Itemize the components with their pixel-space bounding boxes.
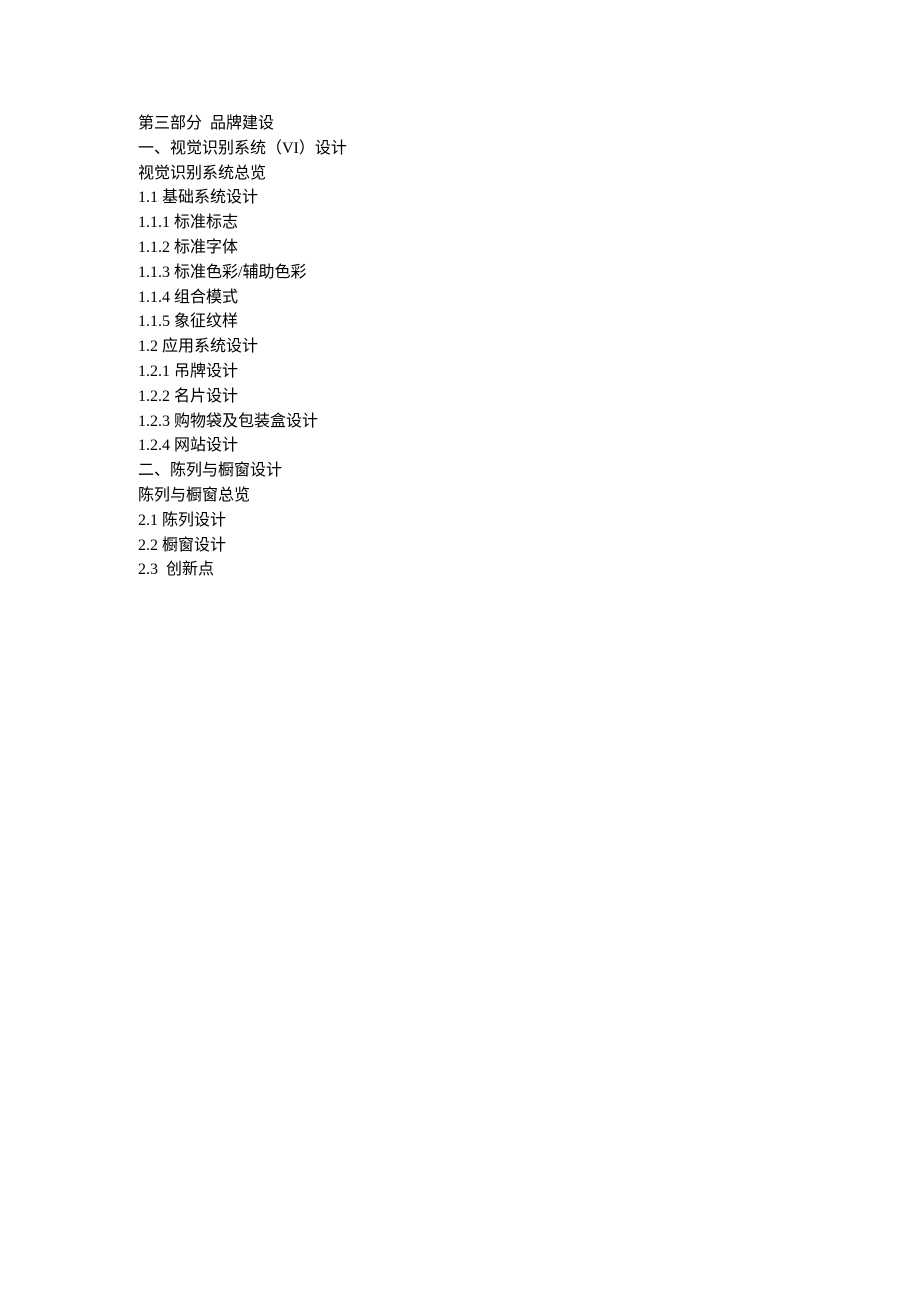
toc-line-3: 1.1 基础系统设计: [138, 186, 920, 211]
toc-line-14: 二、陈列与橱窗设计: [138, 459, 920, 484]
toc-line-0: 第三部分 品牌建设: [138, 112, 920, 137]
toc-line-6: 1.1.3 标准色彩/辅助色彩: [138, 261, 920, 286]
toc-line-2: 视觉识别系统总览: [138, 162, 920, 187]
toc-line-12: 1.2.3 购物袋及包装盒设计: [138, 410, 920, 435]
toc-line-8: 1.1.5 象征纹样: [138, 310, 920, 335]
toc-line-18: 2.3 创新点: [138, 558, 920, 583]
toc-line-15: 陈列与橱窗总览: [138, 484, 920, 509]
toc-line-4: 1.1.1 标准标志: [138, 211, 920, 236]
toc-line-16: 2.1 陈列设计: [138, 509, 920, 534]
document-content: 第三部分 品牌建设 一、视觉识别系统（VI）设计 视觉识别系统总览 1.1 基础…: [138, 112, 920, 583]
toc-line-9: 1.2 应用系统设计: [138, 335, 920, 360]
toc-line-17: 2.2 橱窗设计: [138, 534, 920, 559]
toc-line-11: 1.2.2 名片设计: [138, 385, 920, 410]
toc-line-7: 1.1.4 组合模式: [138, 286, 920, 311]
toc-line-10: 1.2.1 吊牌设计: [138, 360, 920, 385]
toc-line-1: 一、视觉识别系统（VI）设计: [138, 137, 920, 162]
toc-line-5: 1.1.2 标准字体: [138, 236, 920, 261]
toc-line-13: 1.2.4 网站设计: [138, 434, 920, 459]
